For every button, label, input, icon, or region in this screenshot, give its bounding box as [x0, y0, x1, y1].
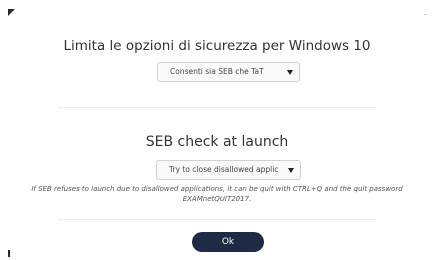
security-options-title: Limita le opzioni di sicurezza per Windo… [63, 38, 371, 54]
corner-mark-bottom-left [8, 250, 10, 257]
chevron-down-icon [288, 168, 294, 173]
footer-divider [58, 219, 376, 220]
seb-check-dropdown[interactable]: Try to close disallowed applic [156, 160, 301, 180]
seb-check-title: SEB check at launch [145, 134, 289, 150]
seb-check-selected-value: Try to close disallowed applic [169, 165, 279, 174]
security-options-dropdown[interactable]: Consenti sia SEB che TaT [157, 62, 300, 82]
security-settings-dialog: Limita le opzioni di sicurezza per Windo… [0, 0, 434, 260]
corner-mark-top-left [8, 9, 15, 16]
seb-check-note: If SEB refuses to launch due to disallow… [31, 185, 403, 203]
section-divider [58, 107, 376, 108]
security-options-selected-value: Consenti sia SEB che TaT [170, 67, 264, 76]
chevron-down-icon [287, 70, 293, 75]
corner-mark-top-right [424, 14, 426, 15]
ok-button[interactable]: Ok [192, 232, 264, 252]
